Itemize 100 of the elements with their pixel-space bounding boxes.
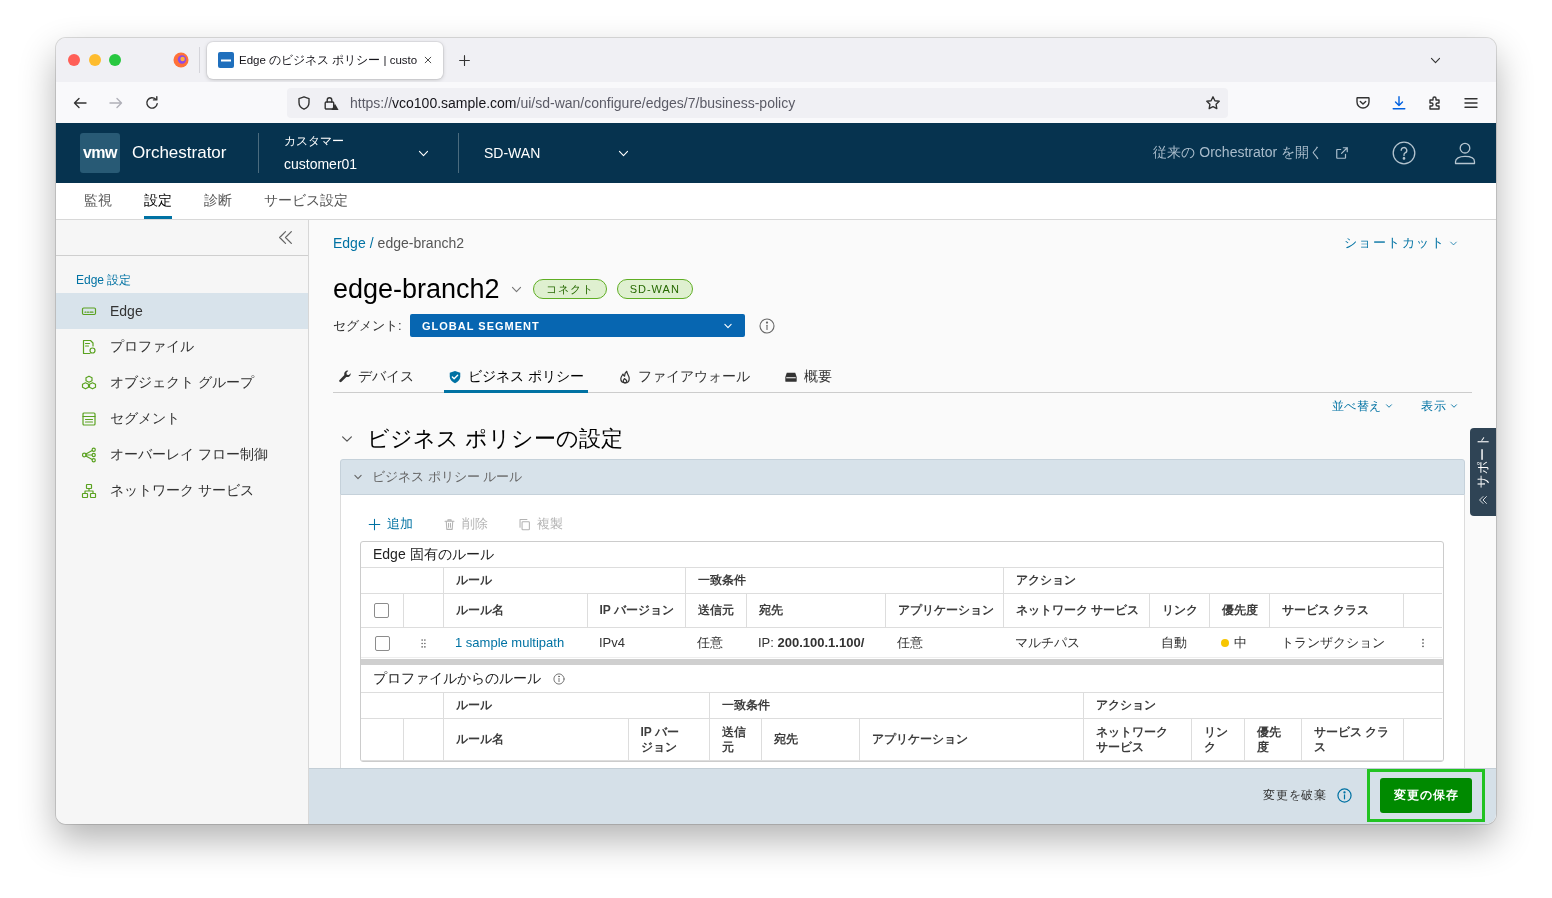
wrench-icon (338, 370, 352, 384)
url-text: https://vco100.sample.com/ui/sd-wan/configure/edges/7/business-policy (350, 94, 796, 111)
user-icon[interactable] (1453, 141, 1477, 165)
toolbar-button[interactable]: 追加 (368, 515, 413, 533)
external-link-icon (1335, 146, 1349, 160)
plus-icon (368, 517, 381, 531)
column-header[interactable]: リンク (1149, 593, 1209, 628)
nav-tab[interactable]: 監視 (84, 183, 112, 219)
service-dropdown[interactable]: SD-WAN (484, 144, 630, 162)
priority-label: 中 (1234, 633, 1247, 652)
star-icon[interactable] (1205, 94, 1221, 111)
close-window-icon[interactable] (68, 54, 80, 66)
table-cell: IP: 200.100.1.100/ (746, 627, 885, 658)
column-header[interactable]: アプリケーション (885, 593, 1003, 628)
column-header[interactable]: 宛先 (761, 718, 859, 761)
column-header[interactable]: IP バージョン (587, 593, 685, 628)
status-badge: コネクト (532, 279, 607, 299)
panel-header[interactable]: ビジネス ポリシー ルール (340, 459, 1465, 495)
column-header[interactable]: 優先度 (1209, 593, 1269, 628)
tab[interactable]: ビジネス ポリシー (444, 364, 588, 393)
segment-label: セグメント: (333, 316, 403, 335)
tab[interactable]: 概要 (779, 364, 836, 393)
column-header[interactable]: ネットワーク サービス (1003, 593, 1149, 628)
table-cell: マルチパス (1003, 627, 1149, 658)
column-header[interactable]: サービス クラス (1301, 718, 1403, 761)
column-header[interactable]: 優先度 (1244, 718, 1301, 761)
nav-tab[interactable]: 診断 (204, 183, 232, 219)
trash-icon (443, 517, 456, 531)
info-icon[interactable] (1337, 787, 1352, 803)
site-favicon-icon (218, 52, 234, 68)
download-icon[interactable] (1391, 94, 1407, 111)
chevron-down-icon (1385, 402, 1394, 410)
sidebar-item[interactable]: ネットワーク サービス (56, 473, 308, 509)
column-header[interactable]: サービス クラス (1269, 593, 1403, 628)
url-field[interactable]: https://vco100.sample.com/ui/sd-wan/configure/edges/7/business-policy (287, 87, 1228, 118)
support-tab[interactable]: サポート (1470, 428, 1496, 516)
status-badge: SD-WAN (616, 279, 693, 299)
column-header[interactable]: 送信元 (709, 718, 761, 761)
chevron-badge-icon[interactable] (1355, 94, 1371, 111)
column-group-header: 一致条件 (685, 568, 1003, 594)
drag-handle-icon[interactable] (419, 638, 427, 650)
document-gear-icon (81, 339, 97, 355)
column-header[interactable]: ルール名 (443, 718, 628, 761)
table-cell: トランザクション (1269, 627, 1403, 658)
puzzle-icon[interactable] (1427, 94, 1443, 111)
table-cell: IPv4 (587, 627, 685, 658)
help-icon[interactable] (1392, 141, 1416, 165)
page-title: edge-branch2 (333, 273, 500, 306)
flame-icon (617, 370, 632, 384)
sidebar-item[interactable]: オブジェクト グループ (56, 365, 308, 401)
select-all-checkbox[interactable] (374, 603, 390, 619)
plus-icon[interactable] (458, 53, 471, 67)
breadcrumb-separator: / (369, 235, 374, 251)
panel-title: ビジネス ポリシー ルール (372, 468, 523, 486)
column-group-header: アクション (1083, 693, 1443, 719)
legacy-ui-link[interactable]: 従来の Orchestrator を開く (1153, 144, 1349, 162)
table-cell: 任意 (885, 627, 1003, 658)
column-header[interactable]: リンク (1191, 718, 1244, 761)
segment-dropdown[interactable]: GLOBAL SEGMENT (410, 314, 745, 337)
app-title: Orchestrator (132, 143, 228, 163)
column-header[interactable]: アプリケーション (859, 718, 1083, 761)
chevron-down-icon (1449, 238, 1458, 248)
sidebar-item[interactable]: セグメント (56, 401, 308, 437)
info-icon[interactable] (759, 317, 775, 334)
column-header[interactable]: IP バージョン (628, 718, 709, 761)
nav-tab[interactable]: サービス設定 (264, 183, 348, 219)
rule-link[interactable]: 1 sample multipath (455, 635, 565, 650)
share-nodes-icon (81, 447, 97, 463)
column-group-header: アクション (1003, 568, 1443, 594)
row-checkbox[interactable] (374, 635, 390, 651)
dropdown-link[interactable]: 並べ替え (1332, 397, 1394, 415)
column-header[interactable]: 送信元 (685, 593, 746, 628)
double-chevron-left-icon[interactable] (277, 229, 294, 246)
save-button[interactable]: 変更の保存 (1380, 778, 1472, 813)
reload-icon[interactable] (144, 94, 160, 111)
cubes-icon (81, 375, 97, 391)
column-header[interactable]: ネットワークサービス (1083, 718, 1191, 761)
tab[interactable]: ファイアウォール (613, 364, 754, 393)
breadcrumb-link[interactable]: Edge (333, 235, 366, 251)
drive-icon (783, 370, 798, 384)
shortcut-menu[interactable]: ショートカット (1343, 234, 1458, 252)
column-header[interactable]: 宛先 (746, 593, 885, 628)
column-group-header: 一致条件 (709, 693, 1083, 719)
close-icon[interactable] (423, 55, 433, 65)
browser-logo-icon (173, 52, 189, 68)
discard-changes-link[interactable]: 変更を破棄 (1263, 786, 1327, 804)
customer-dropdown[interactable]: カスタマー customer01 (284, 133, 430, 173)
table-cell: 任意 (685, 627, 746, 658)
tab[interactable]: デバイス (334, 364, 418, 393)
table-title: プロファイルからのルール (373, 669, 541, 688)
info-icon[interactable] (553, 672, 565, 685)
table-cell: 自動 (1149, 627, 1209, 658)
dropdown-link[interactable]: 表示 (1421, 397, 1458, 415)
column-header[interactable]: ルール名 (443, 593, 587, 628)
sidebar-item[interactable]: オーバーレイ フロー制御 (56, 437, 308, 473)
sidebar-item[interactable]: Edge (56, 293, 308, 329)
chevron-down-icon (1450, 402, 1458, 410)
app-logo[interactable]: vmw (80, 133, 120, 173)
sidebar-item[interactable]: プロファイル (56, 329, 308, 365)
browser-tab[interactable]: Edge のビジネス ポリシー | custo (207, 41, 443, 79)
